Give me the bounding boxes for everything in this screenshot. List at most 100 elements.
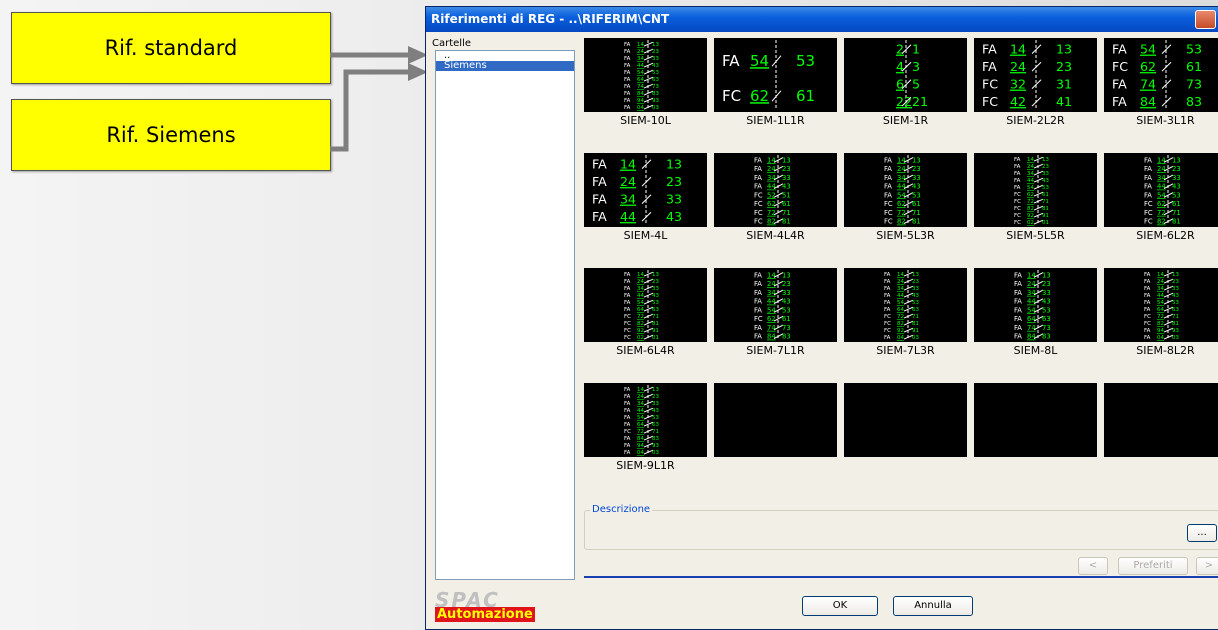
- contact-terminal-left: 14: [767, 271, 776, 279]
- reference-tile[interactable]: FA 14 13 FA 24 23 FA 34 33 FA 44 43 FA 54 53 FA 64 63 FC 72…: [584, 268, 707, 357]
- cancel-button[interactable]: Annulla: [893, 596, 973, 616]
- reference-tile[interactable]: FA 14 13 FA 24 23 FA 34 33 FA 44 43 FA 54 53 FA 64 63 FC 72…: [844, 268, 967, 357]
- contact-type: FC: [754, 315, 763, 323]
- contact-row: FA 44 43: [592, 209, 682, 224]
- contact-type: FC: [754, 200, 763, 208]
- reference-tile[interactable]: 2 1 4 3 6 5 22 21 SIEM-1R: [844, 38, 967, 127]
- contact-row: FC 42 41: [982, 94, 1072, 109]
- reference-tile[interactable]: FA 14 13 FA 24 23 FA 34 33 FA 44 43 FA 54 53 FC 62 61 FA 74…: [714, 268, 837, 357]
- contact-row: FA 14 13: [1144, 156, 1181, 164]
- contact-terminal-right: 63: [652, 77, 659, 83]
- reference-tile[interactable]: FA 14 13 FA 24 23 FA 34 33 FA 44 43 FA 54 53 FA 64 63 FA 74…: [584, 38, 707, 127]
- contact-terminal-left: 84: [1140, 94, 1156, 109]
- contact-terminal-right: 23: [652, 49, 659, 55]
- contact-type: FA: [1144, 156, 1152, 164]
- reference-tile[interactable]: [844, 383, 967, 472]
- contact-row: FA 34 33: [624, 285, 659, 292]
- contact-terminal-right: 03: [652, 450, 659, 456]
- logo-subtitle: Automazione: [435, 607, 535, 622]
- reference-tile[interactable]: FA 14 13 FA 24 23 FA 34 33 FA 44 43 FA 54 53 FC 62 61 FC 72…: [844, 153, 967, 242]
- reference-tile[interactable]: [974, 383, 1097, 472]
- reference-tile[interactable]: FA 14 13 FA 24 23 FA 34 33 FA 44 43 FA 54 53 FC 62 61 FC 72…: [1104, 153, 1218, 242]
- contact-terminal-left: 64: [1027, 315, 1036, 323]
- contact-terminal-left: 44: [637, 293, 644, 299]
- contact-type: FA: [624, 286, 631, 292]
- contact-terminal-left: 14: [637, 42, 644, 48]
- contact-terminal-left: 62: [767, 200, 776, 208]
- contact-row: FC 62 61: [1112, 59, 1202, 74]
- contact-terminal-left: 44: [767, 183, 776, 191]
- contact-terminal-right: 73: [652, 84, 659, 90]
- schematic-thumbnail: FA 14 13 FA 24 23 FA 34 33 FA 44 43 FC 52 51 FC 62 61 FC 72…: [714, 153, 837, 227]
- reference-tile[interactable]: FA 14 13 FA 24 23 FC 32 31 FC 42 41 SIEM-2L2R: [974, 38, 1097, 127]
- contact-type: FA: [1144, 183, 1152, 191]
- contact-type: FA: [1014, 333, 1022, 341]
- reference-tile[interactable]: FA 54 53 FC 62 61 FA 74 73 FA 84 83 SIEM-3L1R: [1104, 38, 1218, 127]
- next-button[interactable]: >: [1196, 557, 1218, 575]
- contact-terminal-right: 53: [1186, 42, 1202, 57]
- separator-line: [584, 576, 1218, 578]
- contact-row: FA 54 53: [1014, 306, 1051, 314]
- reference-tile[interactable]: FA 14 13 FA 24 23 FA 34 33 FA 44 43 FC 52 51 FC 62 61 FC 72…: [714, 153, 837, 242]
- reference-tile[interactable]: FA 14 13 FA 24 23 FA 34 33 FA 44 43 FA 54 53 FA 64 63 FC 72…: [1104, 268, 1218, 357]
- folder-item-siemens[interactable]: Siemens: [436, 61, 574, 71]
- contact-type: FC: [884, 209, 893, 217]
- favorites-button[interactable]: Preferiti: [1118, 557, 1188, 575]
- contact-terminal-right: 33: [782, 174, 791, 182]
- contact-terminal-left: 72: [1157, 209, 1166, 217]
- contact-terminal-right: 63: [652, 422, 659, 428]
- contact-terminal-left: 54: [767, 306, 776, 314]
- reference-tile[interactable]: FA 14 13 FA 24 23 FA 34 33 FA 44 43 FA 54 53 FA 64 63 FA 74…: [974, 268, 1097, 357]
- reference-tile[interactable]: FA 54 53 FC 62 61 SIEM-1L1R: [714, 38, 837, 127]
- contact-terminal-right: 23: [1056, 59, 1072, 74]
- contact-terminal-right: 43: [652, 408, 659, 414]
- contact-type: FA: [1014, 289, 1022, 297]
- contact-terminal-right: 53: [912, 191, 921, 199]
- contact-type: FA: [1144, 279, 1151, 285]
- browse-button[interactable]: ...: [1187, 524, 1217, 542]
- contact-terminal-right: 83: [652, 91, 659, 97]
- contact-schematic: FA 14 13 FA 24 23 FA 34 33 FA 44 43 FA 54 53 FA 64 63 FC 72…: [624, 385, 659, 456]
- contact-terminal-left: 74: [1027, 324, 1036, 332]
- contact-terminal-left: 64: [637, 77, 644, 83]
- folder-list[interactable]: .. Siemens: [435, 50, 575, 580]
- contact-terminal-left: 14: [637, 272, 644, 278]
- dialog-titlebar[interactable]: Riferimenti di REG - ..\RIFERIM\CNT: [426, 7, 1218, 32]
- ok-button[interactable]: OK: [802, 596, 878, 616]
- reference-tile[interactable]: FA 14 13 FA 24 23 FA 34 33 FA 44 43 SIEM-4L: [584, 153, 707, 242]
- contact-type: FA: [1144, 328, 1151, 334]
- previous-button[interactable]: <: [1078, 557, 1108, 575]
- contact-terminal-right: 91: [912, 328, 919, 334]
- contact-terminal-left: 54: [897, 300, 904, 306]
- contact-terminal-right: 23: [912, 279, 919, 285]
- schematic-thumbnail: FA 14 13 FA 24 23 FA 34 33 FA 44 43 FA 54 53 FA 64 63 FA 74…: [974, 268, 1097, 342]
- reference-tile[interactable]: FA 14 13 FA 24 23 FA 34 33 FA 44 43 FA 54 53 FC 62 61 FC 72…: [974, 153, 1097, 242]
- contact-type: FA: [624, 77, 631, 83]
- contact-type: FA: [624, 49, 631, 55]
- contact-terminal-left: 24: [637, 49, 644, 55]
- contact-row: FA 64 63: [1014, 315, 1051, 323]
- contact-terminal-right: 03: [912, 335, 919, 341]
- contact-row: FA 54 53: [1014, 184, 1049, 191]
- contact-row: FC 92 91: [1014, 212, 1049, 219]
- contact-row: FA 64 63: [624, 306, 659, 313]
- contact-row: FA 04 03: [1144, 334, 1179, 341]
- contact-terminal-right: 21: [912, 94, 928, 109]
- contact-terminal-right: 13: [1042, 157, 1049, 163]
- contact-terminal-left: 94: [637, 98, 644, 104]
- reference-tile[interactable]: [714, 383, 837, 472]
- contact-row: FA 04 03: [884, 334, 919, 341]
- contact-type: FC: [1144, 218, 1153, 226]
- reference-tile[interactable]: FA 14 13 FA 24 23 FA 34 33 FA 44 43 FA 54 53 FA 64 63 FC 72…: [584, 383, 707, 472]
- contact-terminal-right: 71: [1172, 209, 1181, 217]
- schematic-thumbnail: [1104, 383, 1218, 457]
- contact-type: FA: [624, 70, 631, 76]
- contact-row: FC 72 71: [754, 209, 791, 217]
- contact-row: FC 72 71: [1014, 198, 1049, 205]
- close-button[interactable]: [1195, 10, 1216, 29]
- schematic-thumbnail: FA 14 13 FA 24 23 FA 34 33 FA 44 43: [584, 153, 707, 227]
- contact-terminal-left: 92: [637, 328, 644, 334]
- contact-type: FC: [624, 429, 631, 435]
- reference-tile[interactable]: [1104, 383, 1218, 472]
- contact-terminal-right: 71: [652, 314, 659, 320]
